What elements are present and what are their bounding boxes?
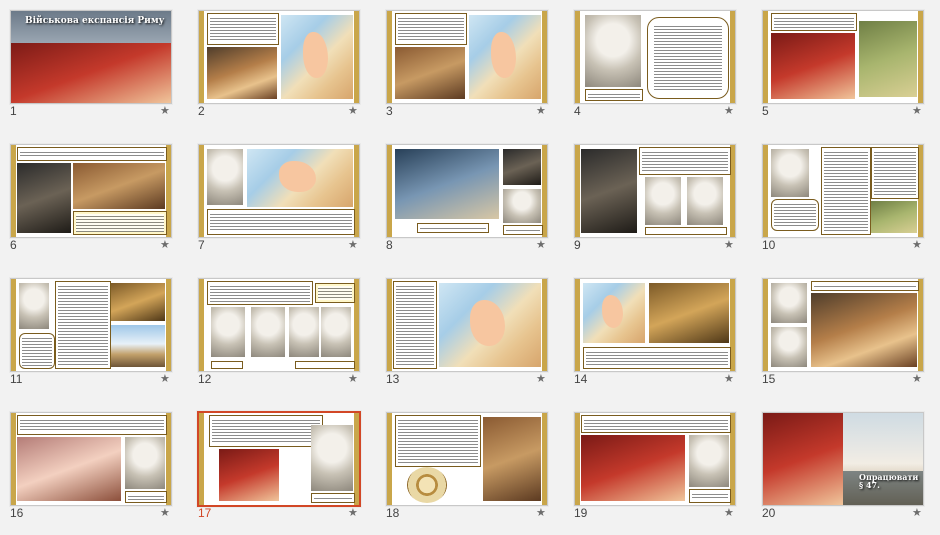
star-icon[interactable]: ★ (536, 372, 546, 385)
slide-number: 18 (386, 506, 400, 520)
slide-13[interactable]: 13 ★ (376, 268, 562, 401)
slide-12-thumbnail[interactable] (198, 278, 360, 372)
slide-20-thumbnail[interactable]: Опрацювати § 47. (762, 412, 924, 506)
star-icon[interactable]: ★ (536, 506, 546, 519)
slide-4-thumbnail[interactable] (574, 10, 736, 104)
slide-5-thumbnail[interactable] (762, 10, 924, 104)
slide-19[interactable]: 19 ★ (564, 402, 750, 535)
slide-3-thumbnail[interactable] (386, 10, 548, 104)
star-icon[interactable]: ★ (348, 372, 358, 385)
star-icon[interactable]: ★ (724, 506, 734, 519)
slide-14[interactable]: 14 ★ (564, 268, 750, 401)
star-icon[interactable]: ★ (348, 238, 358, 251)
slide-number: 14 (574, 372, 588, 386)
slide-6-thumbnail[interactable] (10, 144, 172, 238)
slide-11-thumbnail[interactable] (10, 278, 172, 372)
slide-number: 8 (386, 238, 393, 252)
slide-number: 3 (386, 104, 393, 118)
slide-number: 5 (762, 104, 769, 118)
slide-18-thumbnail[interactable] (386, 412, 548, 506)
slide-16-thumbnail[interactable] (10, 412, 172, 506)
slide-14-thumbnail[interactable] (574, 278, 736, 372)
star-icon[interactable]: ★ (912, 238, 922, 251)
star-icon[interactable]: ★ (912, 372, 922, 385)
slide-3[interactable]: 3 ★ (376, 0, 562, 133)
slide-number: 6 (10, 238, 17, 252)
slide-20-title: Опрацювати § 47. (859, 472, 919, 491)
slide-11[interactable]: 11 ★ (0, 268, 186, 401)
slide-7-thumbnail[interactable] (198, 144, 360, 238)
slide-number: 20 (762, 506, 776, 520)
star-icon[interactable]: ★ (160, 506, 170, 519)
slide-13-thumbnail[interactable] (386, 278, 548, 372)
star-icon[interactable]: ★ (160, 104, 170, 117)
slide-number: 15 (762, 372, 776, 386)
slide-number: 11 (10, 372, 23, 386)
slide-12[interactable]: 12 ★ (188, 268, 374, 401)
slide-18[interactable]: 18 ★ (376, 402, 562, 535)
slide-number: 4 (574, 104, 581, 118)
slide-1[interactable]: Військова експансія Риму 1 ★ (0, 0, 186, 133)
slide-9[interactable]: 9 ★ (564, 134, 750, 267)
slide-5[interactable]: 5 ★ (752, 0, 938, 133)
star-icon[interactable]: ★ (724, 372, 734, 385)
slide-10[interactable]: 10 ★ (752, 134, 938, 267)
star-icon[interactable]: ★ (160, 238, 170, 251)
slide-17[interactable]: 17 ★ (188, 402, 374, 535)
star-icon[interactable]: ★ (348, 104, 358, 117)
slide-number: 17 (198, 506, 212, 520)
star-icon[interactable]: ★ (160, 372, 170, 385)
slide-2-thumbnail[interactable] (198, 10, 360, 104)
slide-number: 13 (386, 372, 400, 386)
slide-8[interactable]: 8 ★ (376, 134, 562, 267)
slide-7[interactable]: 7 ★ (188, 134, 374, 267)
slide-6[interactable]: 6 ★ (0, 134, 186, 267)
slide-number: 10 (762, 238, 776, 252)
slide-20[interactable]: Опрацювати § 47. 20 ★ (752, 402, 938, 535)
slide-8-thumbnail[interactable] (386, 144, 548, 238)
slide-number: 12 (198, 372, 212, 386)
slide-15-thumbnail[interactable] (762, 278, 924, 372)
star-icon[interactable]: ★ (536, 238, 546, 251)
star-icon[interactable]: ★ (724, 238, 734, 251)
slide-9-thumbnail[interactable] (574, 144, 736, 238)
slide-sorter-grid: Військова експансія Риму 1 ★ 2 ★ 3 ★ 4 ★… (0, 0, 940, 534)
slide-number: 7 (198, 238, 205, 252)
slide-16[interactable]: 16 ★ (0, 402, 186, 535)
slide-15[interactable]: 15 ★ (752, 268, 938, 401)
slide-number: 1 (10, 104, 17, 118)
slide-19-thumbnail[interactable] (574, 412, 736, 506)
slide-number: 9 (574, 238, 581, 252)
star-icon[interactable]: ★ (912, 104, 922, 117)
star-icon[interactable]: ★ (912, 506, 922, 519)
slide-1-title: Військова експансія Риму (25, 16, 165, 26)
slide-number: 16 (10, 506, 24, 520)
slide-2[interactable]: 2 ★ (188, 0, 374, 133)
star-icon[interactable]: ★ (536, 104, 546, 117)
slide-number: 2 (198, 104, 205, 118)
star-icon[interactable]: ★ (348, 506, 358, 519)
slide-4[interactable]: 4 ★ (564, 0, 750, 133)
slide-number: 19 (574, 506, 588, 520)
slide-17-thumbnail[interactable] (197, 411, 361, 507)
star-icon[interactable]: ★ (724, 104, 734, 117)
slide-1-thumbnail[interactable]: Військова експансія Риму (10, 10, 172, 104)
slide-10-thumbnail[interactable] (762, 144, 924, 238)
